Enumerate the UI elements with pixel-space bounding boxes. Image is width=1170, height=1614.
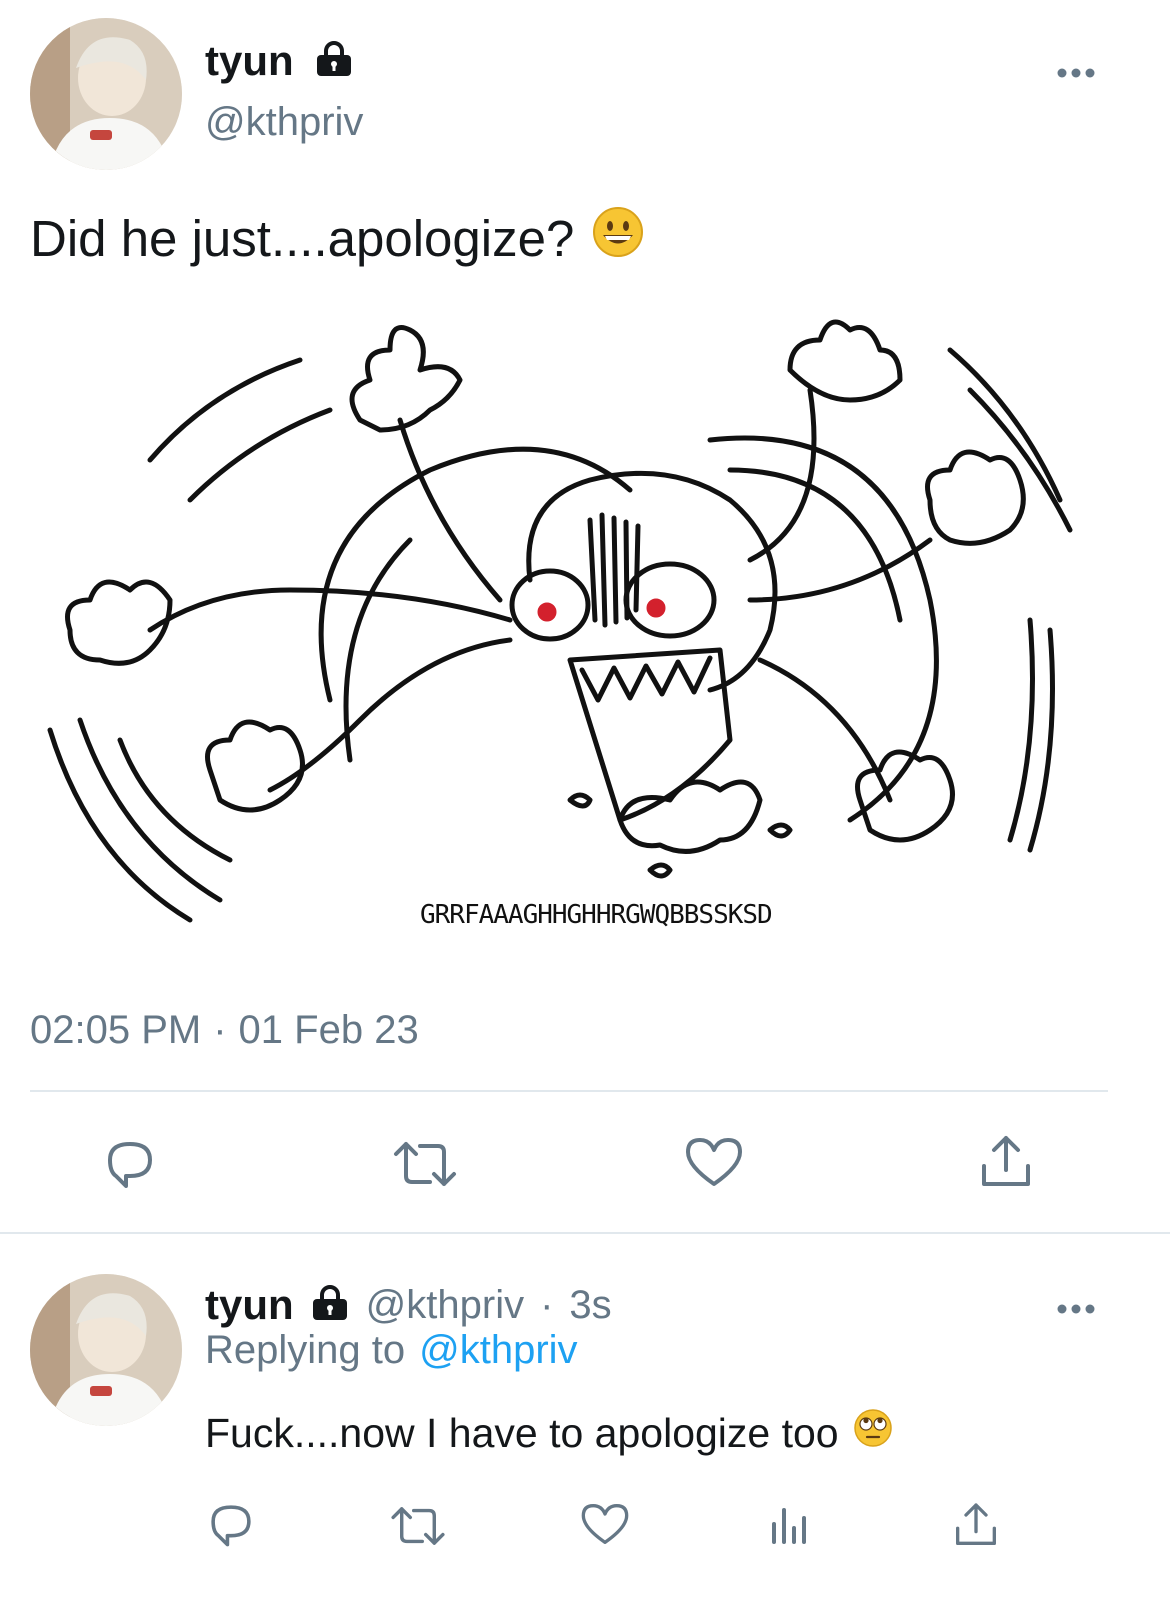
- heart-icon: [581, 1504, 629, 1545]
- image-caption: GRRFAAAGHHGHHRGWQBBSSKSD: [420, 900, 773, 930]
- handle[interactable]: @kthpriv: [205, 100, 363, 145]
- display-name[interactable]: tyun: [205, 37, 294, 85]
- reply-icon: [211, 1505, 251, 1547]
- share-icon: [982, 1136, 1030, 1186]
- reply-button[interactable]: [102, 1136, 158, 1192]
- like-button[interactable]: [684, 1134, 744, 1190]
- reply-icon: [108, 1142, 152, 1188]
- lock-icon: [310, 1284, 350, 1326]
- grinning-face-icon: [592, 206, 644, 270]
- display-name[interactable]: tyun: [205, 1281, 294, 1329]
- heart-icon: [686, 1138, 742, 1186]
- more-options-icon[interactable]: [1056, 1292, 1096, 1315]
- share-button[interactable]: [952, 1500, 1000, 1550]
- reply-text: Fuck....now I have to apologize too: [205, 1409, 839, 1456]
- avatar-photo: [30, 18, 182, 170]
- more-options-icon[interactable]: [1056, 56, 1096, 79]
- retweet-icon: [391, 1507, 445, 1545]
- timestamp-separator: ·: [213, 1008, 227, 1052]
- rolling-eyes-face-icon: [853, 1408, 893, 1458]
- avatar[interactable]: [30, 1274, 182, 1426]
- divider: [0, 1232, 1170, 1234]
- handle[interactable]: @kthpriv: [366, 1283, 524, 1328]
- share-button[interactable]: [978, 1132, 1034, 1192]
- share-icon: [956, 1503, 996, 1545]
- timestamp-separator: ·: [540, 1282, 554, 1327]
- retweet-icon: [394, 1142, 456, 1186]
- like-button[interactable]: [580, 1500, 630, 1548]
- tweet-age[interactable]: 3s: [569, 1283, 611, 1328]
- reply-button[interactable]: [206, 1500, 256, 1550]
- replying-to-label: Replying to: [205, 1328, 406, 1372]
- tweet-time[interactable]: 02:05 PM: [30, 1008, 201, 1053]
- tweet-image[interactable]: GRRFAAAGHHGHHRGWQBBSSKSD: [30, 300, 1110, 960]
- avatar-photo: [30, 1274, 182, 1426]
- tweet-text: Did he just....apologize?: [30, 209, 575, 267]
- divider: [30, 1090, 1108, 1092]
- analytics-button[interactable]: [768, 1502, 812, 1546]
- angry-creature-drawing: [47, 319, 1073, 923]
- avatar[interactable]: [30, 18, 182, 170]
- tweet-date[interactable]: 01 Feb 23: [239, 1008, 419, 1053]
- replying-to-link[interactable]: @kthpriv: [419, 1328, 577, 1373]
- lock-icon: [314, 40, 354, 82]
- retweet-button[interactable]: [388, 1502, 448, 1550]
- retweet-button[interactable]: [390, 1136, 460, 1192]
- analytics-icon: [772, 1508, 806, 1544]
